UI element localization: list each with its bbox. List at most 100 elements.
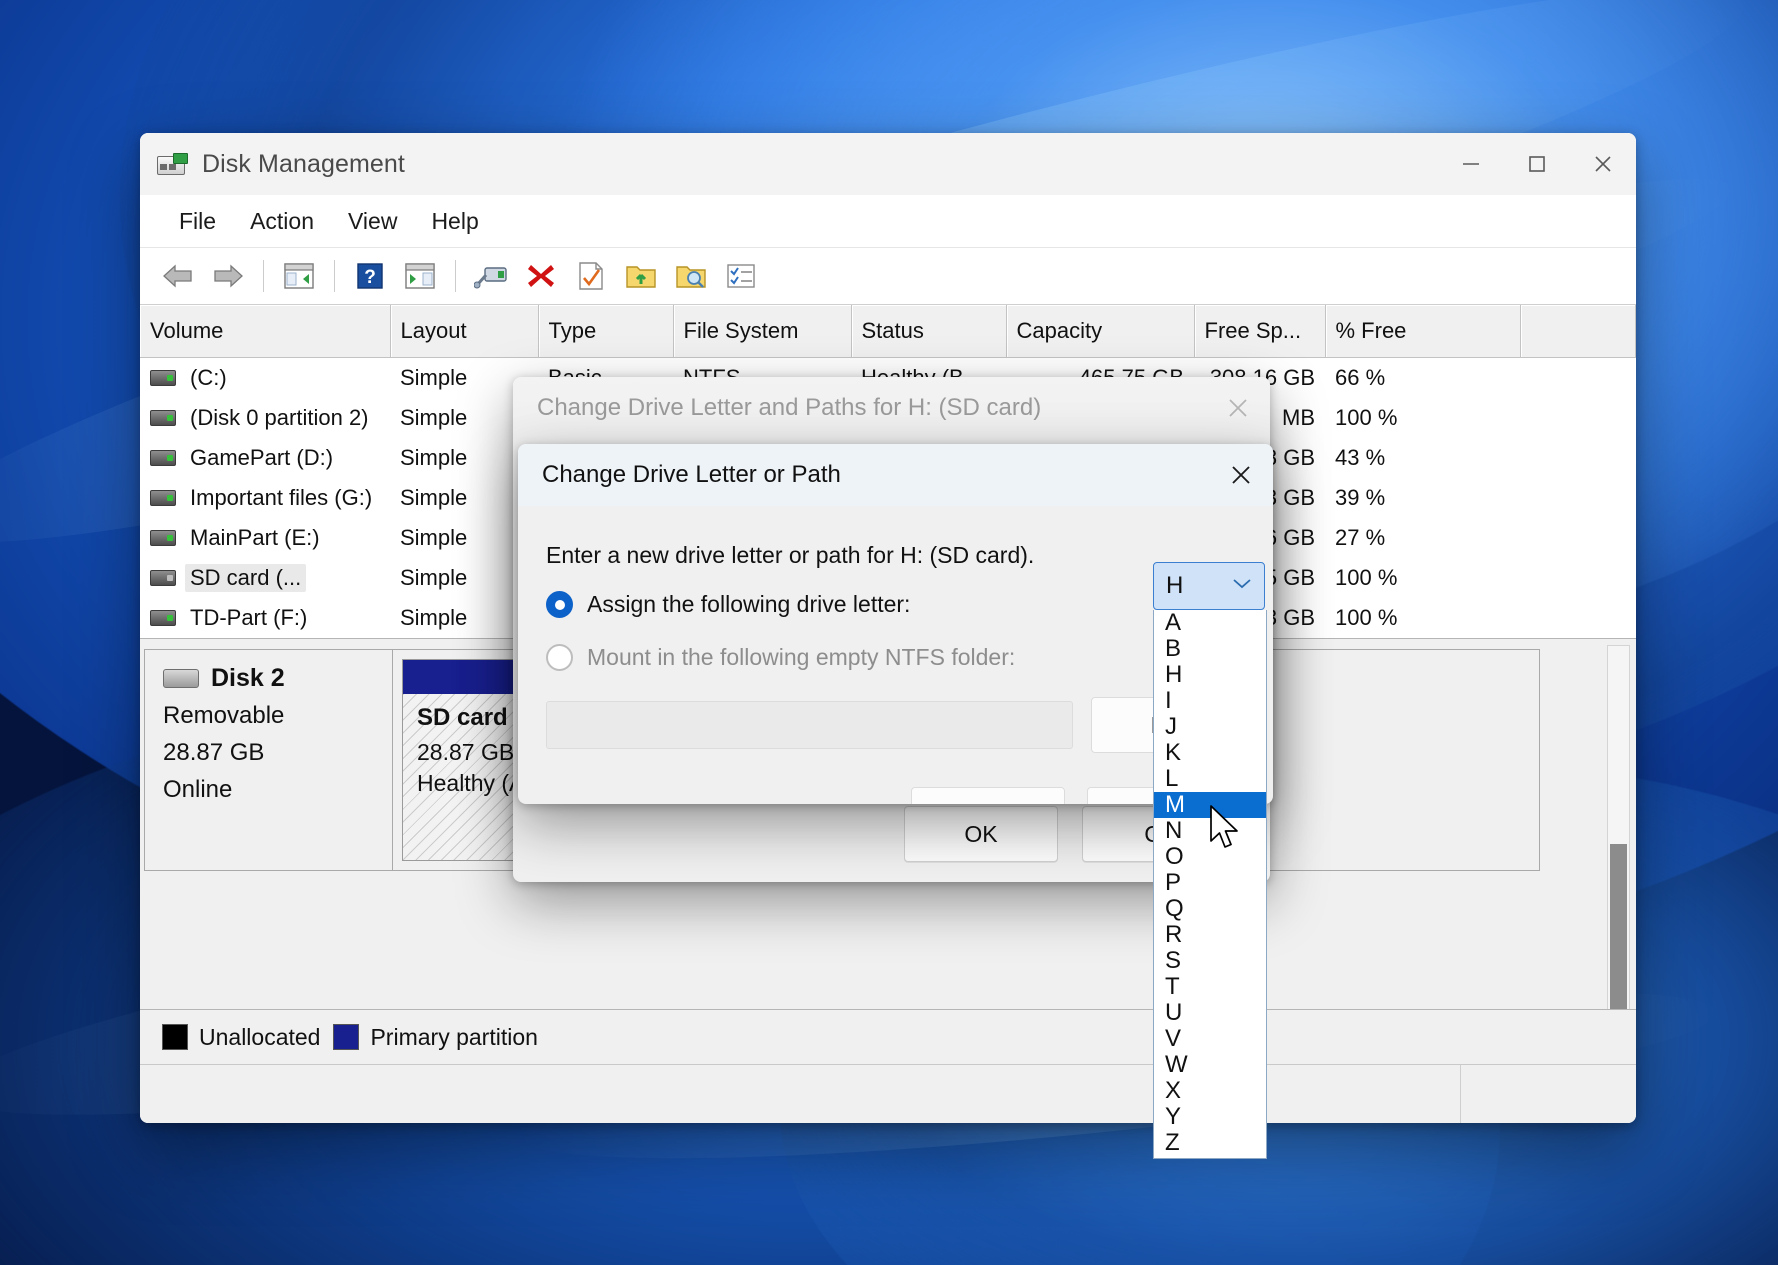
column-header-percent-free[interactable]: % Free <box>1325 305 1521 358</box>
dropdown-option-Z[interactable]: Z <box>1154 1130 1266 1156</box>
cell-volume: SD card (... <box>140 558 390 598</box>
volume-drive-icon <box>150 370 176 386</box>
dropdown-option-L[interactable]: L <box>1154 766 1266 792</box>
cell-volume: Important files (G:) <box>140 478 390 518</box>
radio-mount-ntfs-folder[interactable]: Mount in the following empty NTFS folder… <box>546 644 1245 671</box>
cell-volume: GamePart (D:) <box>140 438 390 478</box>
close-button[interactable] <box>1570 133 1636 195</box>
properties-icon[interactable] <box>396 254 444 298</box>
dropdown-option-H[interactable]: H <box>1154 662 1266 688</box>
dropdown-option-U[interactable]: U <box>1154 1000 1266 1026</box>
volume-label: GamePart (D:) <box>190 445 334 470</box>
inner-dialog-titlebar: Change Drive Letter or Path <box>518 444 1273 506</box>
legend-label-primary-partition: Primary partition <box>370 1023 538 1050</box>
volume-drive-icon <box>150 570 176 586</box>
dropdown-option-W[interactable]: W <box>1154 1052 1266 1078</box>
minimize-button[interactable] <box>1438 133 1504 195</box>
dropdown-option-K[interactable]: K <box>1154 740 1266 766</box>
toolbar: ? <box>140 248 1636 305</box>
mouse-pointer-icon <box>1209 805 1243 858</box>
back-arrow-icon[interactable] <box>154 254 202 298</box>
window-title: Disk Management <box>202 149 405 178</box>
outer-dialog-title: Change Drive Letter and Paths for H: (SD… <box>537 394 1042 421</box>
disk-state: Online <box>163 776 233 803</box>
menu-action[interactable]: Action <box>233 203 331 240</box>
inner-dialog-hint: Enter a new drive letter or path for H: … <box>546 542 1035 568</box>
cell-percent-free: 100 % <box>1335 565 1398 590</box>
column-header-type[interactable]: Type <box>538 305 674 358</box>
disk-icon <box>163 669 199 688</box>
disk-pane-scrollbar[interactable] <box>1607 645 1630 1058</box>
cell-filler <box>1520 478 1636 518</box>
column-header-file-system[interactable]: File System <box>673 305 852 358</box>
dropdown-option-S[interactable]: S <box>1154 948 1266 974</box>
show-hide-console-tree-icon[interactable] <box>275 254 323 298</box>
volume-label: TD-Part (F:) <box>190 605 308 630</box>
drive-letter-combobox[interactable]: H <box>1153 562 1265 610</box>
mount-path-row: Bro <box>546 697 1245 753</box>
toolbar-separator <box>334 260 335 292</box>
search-folder-icon[interactable] <box>667 254 715 298</box>
column-header-layout[interactable]: Layout <box>390 305 539 358</box>
cell-filler <box>1520 558 1636 598</box>
radio-assign-drive-letter[interactable]: Assign the following drive letter: <box>546 591 1245 618</box>
outer-dialog-titlebar: Change Drive Letter and Paths for H: (SD… <box>513 377 1270 439</box>
dropdown-option-T[interactable]: T <box>1154 974 1266 1000</box>
volume-drive-icon <box>150 450 176 466</box>
column-header-status[interactable]: Status <box>851 305 1007 358</box>
verify-icon[interactable] <box>567 254 615 298</box>
dropdown-option-I[interactable]: I <box>1154 688 1266 714</box>
cell-volume: MainPart (E:) <box>140 518 390 558</box>
volume-label: (Disk 0 partition 2) <box>190 405 369 430</box>
delete-icon[interactable] <box>517 254 565 298</box>
rescan-disks-icon[interactable] <box>467 254 515 298</box>
help-icon[interactable]: ? <box>346 254 394 298</box>
dropdown-option-P[interactable]: P <box>1154 870 1266 896</box>
dropdown-option-J[interactable]: J <box>1154 714 1266 740</box>
volume-drive-icon <box>150 410 176 426</box>
legend-item-primary-partition: Primary partition <box>333 1023 538 1051</box>
radio-mount-ntfs-folder-label: Mount in the following empty NTFS folder… <box>587 644 1016 670</box>
volume-drive-icon <box>150 490 176 506</box>
cell-percent-free: 27 % <box>1335 525 1386 550</box>
disk-header-disk2[interactable]: Disk 2 Removable 28.87 GB Online <box>145 650 393 870</box>
legend-swatch-unallocated <box>162 1024 188 1050</box>
column-header-volume[interactable]: Volume <box>140 305 391 358</box>
inner-dialog-close-button[interactable] <box>1209 444 1273 506</box>
radio-mount-ntfs-folder-button[interactable] <box>546 644 573 671</box>
drive-letter-dropdown-list[interactable]: ABHIJKLMNOPQRSTUVWXYZ <box>1153 610 1267 1159</box>
mount-path-input[interactable] <box>546 701 1073 749</box>
maximize-button[interactable] <box>1504 133 1570 195</box>
window-titlebar: Disk Management <box>140 133 1636 195</box>
column-header-capacity[interactable]: Capacity <box>1006 305 1195 358</box>
menu-help[interactable]: Help <box>414 203 495 240</box>
radio-assign-drive-letter-button[interactable] <box>546 591 573 618</box>
cell-volume: (C:) <box>140 358 390 399</box>
dropdown-option-R[interactable]: R <box>1154 922 1266 948</box>
dropdown-option-A[interactable]: A <box>1154 610 1266 636</box>
legend-label-unallocated: Unallocated <box>199 1023 321 1050</box>
checklist-icon[interactable] <box>717 254 765 298</box>
export-list-icon[interactable] <box>617 254 665 298</box>
forward-arrow-icon[interactable] <box>204 254 252 298</box>
outer-dialog-close-button[interactable] <box>1206 377 1270 439</box>
dropdown-option-V[interactable]: V <box>1154 1026 1266 1052</box>
window-controls <box>1438 133 1636 195</box>
legend: Unallocated Primary partition <box>140 1009 1636 1064</box>
cell-percent-free: 39 % <box>1335 485 1386 510</box>
cell-percent-free: 43 % <box>1335 445 1386 470</box>
dropdown-option-X[interactable]: X <box>1154 1078 1266 1104</box>
volume-label: (C:) <box>190 365 227 390</box>
menu-file[interactable]: File <box>162 203 233 240</box>
dropdown-option-Q[interactable]: Q <box>1154 896 1266 922</box>
outer-dialog-ok-button[interactable]: OK <box>904 806 1058 862</box>
menu-view[interactable]: View <box>331 203 414 240</box>
dropdown-option-Y[interactable]: Y <box>1154 1104 1266 1130</box>
radio-assign-drive-letter-label: Assign the following drive letter: <box>587 591 911 617</box>
volume-table-header: Volume Layout Type File System Status Ca… <box>140 305 1636 358</box>
dropdown-option-B[interactable]: B <box>1154 636 1266 662</box>
volume-label: Important files (G:) <box>190 485 373 510</box>
toolbar-separator <box>263 260 264 292</box>
inner-dialog-ok-button[interactable]: OK <box>911 787 1065 804</box>
column-header-free-space[interactable]: Free Sp... <box>1194 305 1326 358</box>
